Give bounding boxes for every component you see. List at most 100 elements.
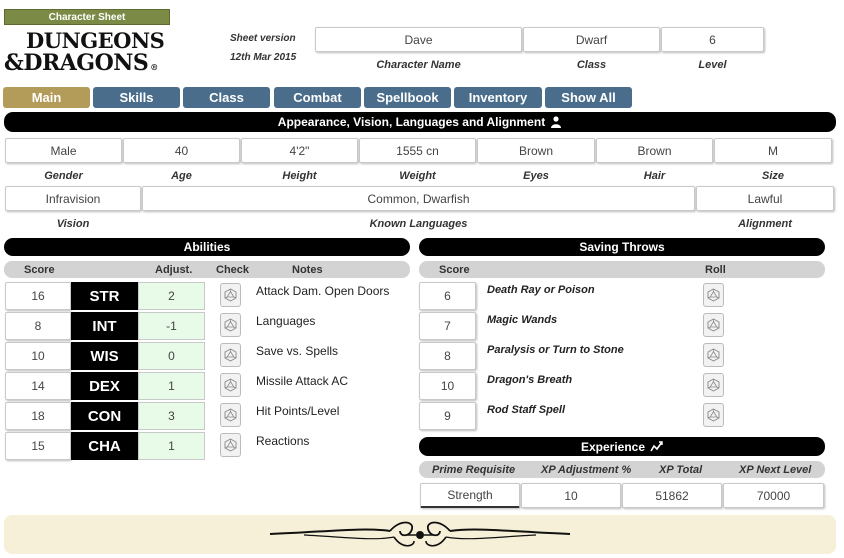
- save-score-value: 8: [444, 349, 451, 363]
- size-label: Size: [761, 170, 784, 182]
- age-value: 40: [174, 143, 189, 158]
- ability-score-value: 8: [34, 319, 42, 333]
- ability-note: Languages: [256, 314, 316, 328]
- d20-dice-icon[interactable]: [703, 343, 724, 367]
- languages-field[interactable]: Common, Dwarfish: [142, 186, 695, 211]
- character-name-value: Dave: [404, 32, 433, 47]
- d20-dice-icon[interactable]: [703, 373, 724, 397]
- logo-registered-mark: ®: [150, 62, 159, 72]
- vision-field[interactable]: Infravision: [5, 186, 141, 211]
- d20-dice-icon[interactable]: [220, 283, 241, 307]
- height-label: Height: [282, 170, 317, 182]
- height-field[interactable]: 4'2": [241, 138, 358, 163]
- save-score-field[interactable]: 10: [419, 372, 476, 400]
- badge-label: Character Sheet: [48, 11, 126, 23]
- save-score-field[interactable]: 9: [419, 402, 476, 430]
- tab-skills[interactable]: Skills: [93, 87, 180, 108]
- chart-icon: [650, 441, 663, 452]
- prime-requisite-value: Strength: [447, 488, 493, 502]
- gender-field[interactable]: Male: [5, 138, 122, 163]
- experience-column-headers: Prime Requisite XP Adjustment % XP Total…: [419, 461, 825, 478]
- ability-abbr: INT: [71, 312, 138, 340]
- saving-throws-section-header: Saving Throws: [419, 238, 825, 256]
- abilities-notes-header: Notes: [292, 264, 323, 276]
- ability-adjust-value: 1: [168, 439, 175, 453]
- vision-value: Infravision: [45, 191, 101, 206]
- size-field[interactable]: M: [714, 138, 832, 163]
- ability-adjust-value: 1: [168, 379, 175, 393]
- xp-adjustment-field[interactable]: 10: [521, 483, 621, 508]
- ability-adjust-value: 2: [168, 289, 175, 303]
- ability-score-field[interactable]: 10: [5, 342, 71, 370]
- prime-requisite-field[interactable]: Strength: [420, 483, 520, 508]
- ability-adjust-field: 2: [138, 282, 205, 310]
- tab-inventory[interactable]: Inventory: [454, 87, 542, 108]
- ability-adjust-field: 1: [138, 372, 205, 400]
- character-name-label: Character Name: [376, 59, 461, 71]
- save-score-field[interactable]: 8: [419, 342, 476, 370]
- tab-class[interactable]: Class: [183, 87, 270, 108]
- saves-roll-header: Roll: [705, 264, 726, 276]
- ability-abbr-label: CHA: [88, 437, 121, 455]
- xp-adjust-header: XP Adjustment %: [541, 464, 632, 476]
- d20-dice-icon[interactable]: [703, 283, 724, 307]
- xp-prime-header: Prime Requisite: [432, 464, 516, 476]
- eyes-label: Eyes: [523, 170, 549, 182]
- ability-abbr: WIS: [71, 342, 138, 370]
- d20-dice-icon[interactable]: [703, 403, 724, 427]
- tab-spellbook[interactable]: Spellbook: [364, 87, 451, 108]
- logo-line-2: &DRAGONS: [4, 50, 149, 76]
- languages-label: Known Languages: [369, 218, 468, 230]
- ability-abbr-label: STR: [89, 287, 120, 305]
- person-icon: [550, 116, 562, 128]
- appearance-title: Appearance, Vision, Languages and Alignm…: [277, 115, 546, 129]
- save-name: Rod Staff Spell: [487, 404, 566, 416]
- alignment-label: Alignment: [738, 218, 792, 230]
- alignment-field[interactable]: Lawful: [696, 186, 834, 211]
- character-name-field[interactable]: Dave: [315, 27, 522, 52]
- ability-score-field[interactable]: 8: [5, 312, 71, 340]
- tab-main[interactable]: Main: [3, 87, 90, 108]
- hair-field[interactable]: Brown: [596, 138, 713, 163]
- d20-dice-icon[interactable]: [220, 433, 241, 457]
- d20-dice-icon[interactable]: [220, 313, 241, 337]
- ability-score-value: 15: [31, 439, 45, 453]
- tab-combat[interactable]: Combat: [274, 87, 361, 108]
- save-score-field[interactable]: 6: [419, 282, 476, 310]
- save-score-value: 7: [444, 319, 451, 333]
- abilities-adjust-header: Adjust.: [155, 264, 193, 276]
- tab-show-all[interactable]: Show All: [545, 87, 632, 108]
- ability-note: Attack Dam. Open Doors: [256, 284, 390, 298]
- eyes-value: Brown: [518, 143, 553, 158]
- hair-value: Brown: [637, 143, 672, 158]
- age-field[interactable]: 40: [123, 138, 240, 163]
- xp-next-level-field[interactable]: 70000: [723, 483, 824, 508]
- footer-ornament-bar: [4, 515, 836, 554]
- character-sheet-badge: Character Sheet: [4, 9, 170, 25]
- d20-dice-icon[interactable]: [220, 373, 241, 397]
- xp-total-header: XP Total: [659, 464, 703, 476]
- save-name: Paralysis or Turn to Stone: [487, 344, 624, 356]
- gender-label: Gender: [44, 170, 83, 182]
- ability-score-field[interactable]: 15: [5, 432, 71, 460]
- level-field[interactable]: 6: [661, 27, 764, 52]
- ability-score-field[interactable]: 16: [5, 282, 71, 310]
- class-field[interactable]: Dwarf: [523, 27, 660, 52]
- age-label: Age: [171, 170, 192, 182]
- ability-score-field[interactable]: 14: [5, 372, 71, 400]
- ability-score-field[interactable]: 18: [5, 402, 71, 430]
- save-score-field[interactable]: 7: [419, 312, 476, 340]
- xp-total-field[interactable]: 51862: [622, 483, 722, 508]
- eyes-field[interactable]: Brown: [477, 138, 595, 163]
- ability-abbr: CON: [71, 402, 138, 430]
- d20-dice-icon[interactable]: [703, 313, 724, 337]
- weight-field[interactable]: 1555 cn: [359, 138, 476, 163]
- ability-score-value: 18: [31, 409, 45, 423]
- xp-next-header: XP Next Level: [739, 464, 812, 476]
- d20-dice-icon[interactable]: [220, 403, 241, 427]
- save-name: Death Ray or Poison: [487, 284, 595, 296]
- ability-score-value: 14: [31, 379, 45, 393]
- d20-dice-icon[interactable]: [220, 343, 241, 367]
- ability-abbr-label: CON: [87, 407, 122, 425]
- abilities-title: Abilities: [183, 240, 231, 254]
